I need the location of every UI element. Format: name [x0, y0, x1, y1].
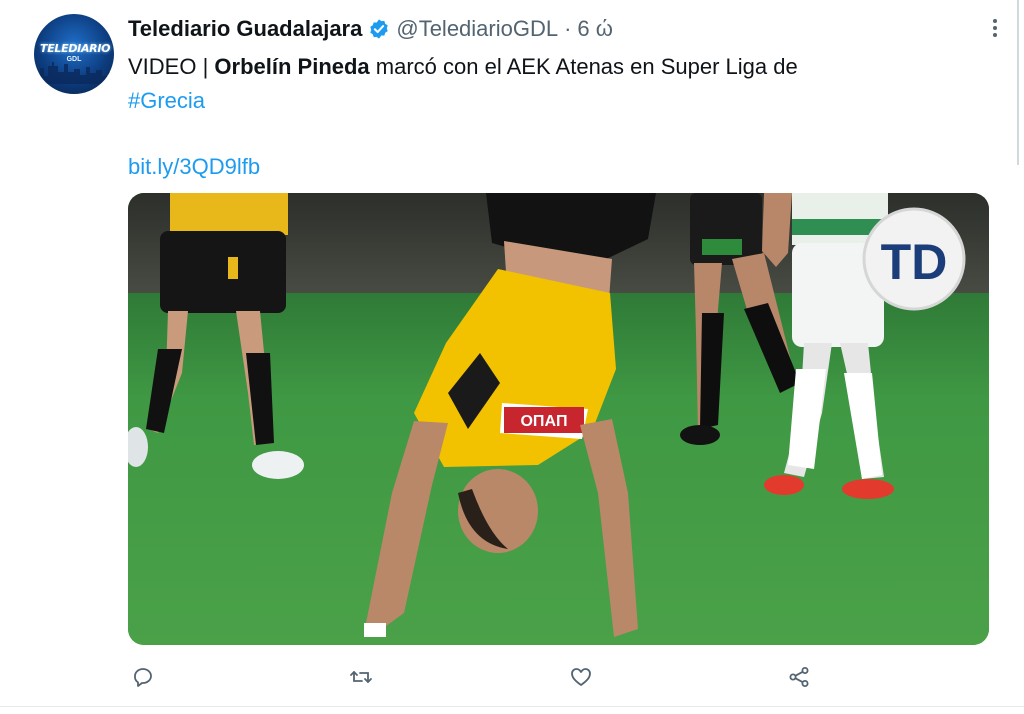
divider [0, 706, 1024, 707]
more-vertical-icon[interactable] [980, 16, 1010, 40]
share-icon[interactable] [782, 660, 816, 694]
verified-badge-icon [368, 18, 390, 40]
retweet-icon[interactable] [344, 660, 378, 694]
author-name[interactable]: Telediario Guadalajara [128, 16, 362, 42]
watermark-logo: TD [862, 207, 966, 311]
tweet-timestamp[interactable]: 6 ώ [577, 16, 613, 42]
sponsor-text: ΟΠΑΠ [520, 413, 567, 430]
watermark-text: TD [881, 234, 948, 290]
tweet-text-bold: Orbelín Pineda [214, 54, 370, 79]
reply-icon[interactable] [126, 660, 160, 694]
media-illustration: TD ΟΠΑΠ [128, 193, 989, 645]
hashtag-link[interactable]: #Grecia [128, 88, 205, 113]
heart-icon[interactable] [564, 660, 598, 694]
tweet-text-prefix: VIDEO | [128, 54, 215, 79]
avatar[interactable]: TELEDIARIO GDL [34, 14, 114, 94]
tweet-text: VIDEO | Orbelín Pineda marcó con el AEK … [128, 50, 988, 118]
tweet-media-image[interactable]: TD ΟΠΑΠ [128, 193, 989, 645]
scrollbar[interactable] [1017, 0, 1019, 165]
header-separator: · [564, 16, 572, 41]
tweet-actions [128, 660, 988, 694]
avatar-logo-text: TELEDIARIO [40, 42, 111, 55]
tweet-link-line: bit.ly/3QD9lfb [128, 152, 260, 182]
tweet-header: Telediario Guadalajara @TelediarioGDL · … [128, 16, 613, 42]
avatar-logo-sub: GDL [66, 56, 82, 63]
tweet-link[interactable]: bit.ly/3QD9lfb [128, 154, 260, 179]
tweet-text-suffix: marcó con el AEK Atenas en Super Liga de [369, 54, 798, 79]
author-handle[interactable]: @TelediarioGDL [396, 16, 558, 42]
tweet[interactable]: TELEDIARIO GDL Telediario Guadalajara @T… [0, 0, 1024, 714]
